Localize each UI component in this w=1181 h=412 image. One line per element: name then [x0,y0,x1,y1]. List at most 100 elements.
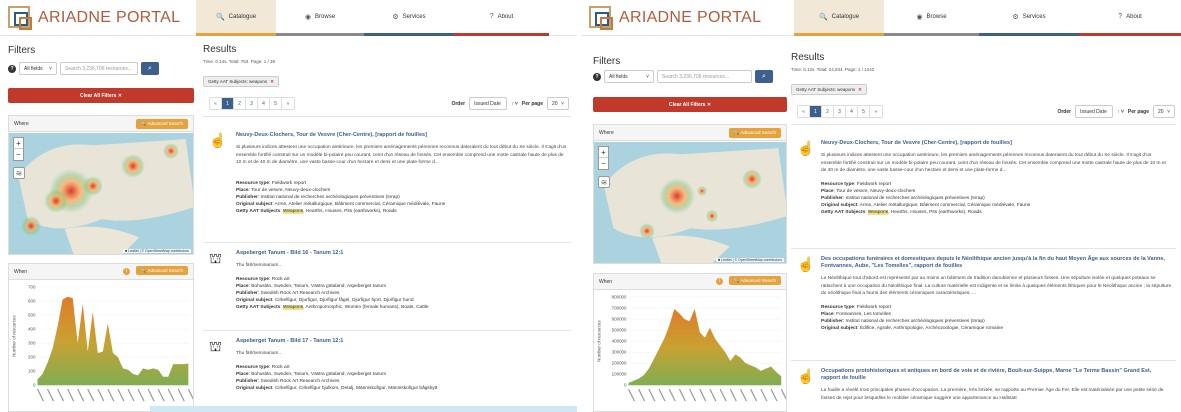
order-select[interactable]: Issued Date [469,97,508,110]
zoom-in-button[interactable]: + [599,147,608,158]
zoom-out-button[interactable]: − [14,149,23,160]
search-field-select[interactable]: All fields ˅ [19,62,57,75]
x-tick-label [658,388,666,402]
nav-catalogue[interactable]: 🔍 Catalogue [196,0,276,36]
search-button[interactable]: ⌕ [755,70,773,83]
result-title-link[interactable]: Aspeberget Tanum - Bild 17 - Tanum 12:1 [236,338,567,345]
x-tick-label [780,388,786,401]
metadata-row: Publisher: Swedish Rock Art Research Arc… [236,290,340,296]
page-link[interactable]: 5 [270,98,282,109]
page-link[interactable]: » [282,98,294,109]
clear-filters-button[interactable]: Clear All Filters ✕ [593,97,787,112]
nav-services[interactable]: ⚙ Services [979,0,1079,36]
advanced-search-button[interactable]: 🔍 Advanced Search [135,118,188,129]
brand-title[interactable]: ARIADNE PORTAL [38,9,180,27]
ariadne-logo-icon[interactable] [589,6,613,30]
layers-icon[interactable]: ≋ [13,167,25,179]
advanced-search-button[interactable]: 🔍 Advanced Search [135,266,188,275]
page-link[interactable]: 1 [222,98,234,109]
ariadne-logo-icon[interactable] [8,6,32,30]
nav-catalogue[interactable]: 🔍 Catalogue [794,0,884,36]
sort-direction-icon[interactable]: ↑ ˅ [1117,109,1124,115]
search-button[interactable]: ⌕ [141,62,159,75]
page-link[interactable]: 2 [234,98,246,109]
where-label: Where [599,129,614,136]
page-link[interactable]: 3 [834,106,846,117]
metadata-row: Original subject: Cirkelfigur, Cirkelfig… [236,385,438,391]
x-tick-label [57,388,65,402]
per-page-select[interactable]: 20 ˅ [547,97,569,110]
per-page-select[interactable]: 20 ˅ [1153,105,1175,118]
sort-controls: Order Issued Date ↑ ˅ Per page 20 ˅ [451,97,569,110]
help-icon[interactable]: ? [593,72,601,81]
nav-browse[interactable]: ◉ Browse [276,0,364,36]
zoom-out-button[interactable]: − [599,158,608,169]
filters-title: Filters [8,45,36,56]
search-field-select[interactable]: All fields ˅ [604,70,654,83]
x-tick-label [107,388,115,402]
results-title: Results [791,52,825,63]
map-attribution[interactable]: ■ Leaflet | © OpenStreetMap contributors [123,249,191,253]
nav-services[interactable]: ⚙ Services [364,0,454,36]
active-filter-tag[interactable]: Getty AAT Subjects: weapons ✕ [203,76,279,87]
order-select[interactable]: Issued Date [1075,105,1114,118]
page-link[interactable]: « [210,98,222,109]
y-tick-label: 600000 [612,317,627,322]
result-metadata: Resource type: Rock art Place: Bohuslän, … [236,276,567,311]
page-link[interactable]: » [870,106,882,117]
result-title-link[interactable]: Neuvy-Deux-Clochers, Tour de Vesvre (Che… [821,140,1172,147]
clear-filters-button[interactable]: Clear All Filters ✕ [8,88,194,103]
select-value: 20 [552,100,558,107]
map-attribution[interactable]: ■ Leaflet | © OpenStreetMap contributors [716,258,784,262]
sort-controls: Order Issued Date ↑ ˅ Per page 20 ˅ [1057,105,1175,118]
page-link[interactable]: 3 [246,98,258,109]
page-link[interactable]: 1 [810,106,822,117]
map-view[interactable]: + − ≋ ■ Leaflet | © OpenStreetMap contribut… [9,133,193,254]
result-title-link[interactable]: Occupations protohistoriques et antiques… [821,368,1172,382]
when-panel: When i 🔍 Advanced Search 800000 700000 600000… [593,273,787,412]
help-icon[interactable]: ? [8,64,16,73]
sort-direction-icon[interactable]: ↑ ˅ [511,101,518,107]
info-icon[interactable]: i [122,268,130,275]
page-link[interactable]: 4 [258,98,270,109]
timeline-chart[interactable]: 700 600 500 400 300 200 100 0 Number of resource… [9,281,193,411]
search-input[interactable]: Search 3,236,706 resources... [60,62,138,75]
nav-label: Browse [926,13,947,20]
when-label: When [599,278,613,285]
active-filter-tag[interactable]: Getty AAT Subjects: weapons ✕ [791,84,867,95]
result-title-link[interactable]: Neuvy-Deux-Clochers, Tour de Vesvre (Che… [236,132,567,139]
x-tick-label [117,388,125,402]
result-title-link[interactable]: Aspeberget Tanum - Bild 16 - Tanum 12:1 [236,250,567,257]
layers-icon[interactable]: ≋ [598,176,610,188]
advanced-search-button[interactable]: 🔍 Advanced Search [728,127,781,138]
metadata-value: Fieldwork report [856,181,892,187]
portal-screenshot-left: ARIADNE PORTAL 🔍 Catalogue ◉ Browse ⚙ Services… [0,0,577,412]
rock-art-icon: ⛫ [209,338,222,354]
info-icon[interactable]: i [715,278,723,285]
page-link[interactable]: 2 [822,106,834,117]
advanced-search-button[interactable]: 🔍 Advanced Search [728,276,781,285]
zoom-in-button[interactable]: + [14,138,23,149]
result-title-link[interactable]: Des occupations funéraires et domestique… [821,256,1172,270]
nav-browse[interactable]: ◉ Browse [884,0,979,36]
compass-icon: ◉ [304,13,312,21]
nav-about[interactable]: ? About [1079,0,1181,36]
metadata-value: Institut national de recherches archéolo… [845,318,985,324]
where-label: Where [14,120,29,127]
map-view[interactable]: + − ≋ ■ Leaflet | © OpenStreetMap contribut… [594,142,786,263]
y-tick-label: 0 [33,383,36,388]
select-value: Issued Date [474,100,501,107]
page-link[interactable]: 5 [858,106,870,117]
page-link[interactable]: « [798,106,810,117]
search-input[interactable]: Search 3,236,706 resources... [657,70,752,83]
page-link[interactable]: 4 [846,106,858,117]
remove-filter-icon[interactable]: ✕ [858,87,862,93]
nav-about[interactable]: ? About [454,0,549,36]
nav-accent-bar [884,33,979,36]
timeline-chart[interactable]: 800000 700000 600000 500000 400000 300000 2000… [594,291,786,411]
x-tick-label [147,388,155,402]
gear-icon: ⚙ [392,13,399,21]
brand-title[interactable]: ARIADNE PORTAL [619,9,761,27]
remove-filter-icon[interactable]: ✕ [270,79,274,85]
result-description: Thu färl/seminarium.. [236,351,282,356]
